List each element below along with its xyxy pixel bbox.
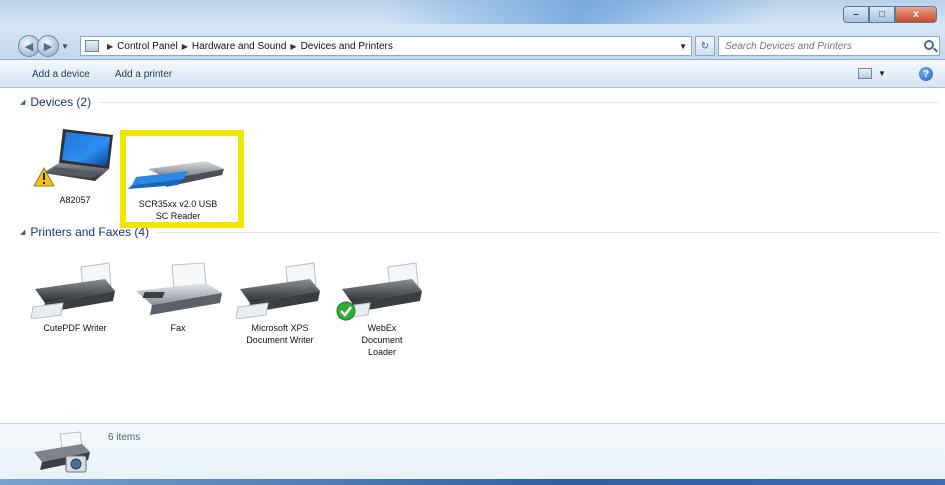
collapse-arrow-icon[interactable]: ◢ — [20, 228, 25, 236]
printer-webex-document-loader[interactable]: WebEx Document Loader — [332, 261, 432, 358]
address-bar[interactable]: ▶ Control Panel ▶ Hardware and Sound ▶ D… — [80, 36, 692, 56]
address-dropdown-icon[interactable]: ▼ — [679, 42, 687, 51]
group-divider — [99, 101, 940, 103]
group-divider — [157, 231, 940, 233]
change-view-icon[interactable] — [858, 68, 872, 79]
help-button[interactable]: ? — [919, 67, 933, 81]
device-a82057[interactable]: A82057 — [25, 125, 125, 206]
collapse-arrow-icon[interactable]: ◢ — [20, 98, 25, 106]
view-options-dropdown[interactable]: ▼ — [878, 69, 886, 78]
printer-microsoft-xps[interactable]: Microsoft XPS Document Writer — [230, 261, 330, 346]
refresh-icon: ↻ — [700, 40, 710, 52]
chevron-right-icon[interactable]: ▶ — [182, 42, 188, 51]
printer-label-line2: Document Writer — [246, 335, 314, 345]
fax-icon — [136, 262, 222, 315]
default-printer-checkmark-icon — [336, 301, 356, 321]
maximize-button[interactable]: □ — [869, 6, 895, 23]
devices-group-header[interactable]: ◢ Devices (2) — [20, 95, 940, 109]
printer-label-line2: Document — [361, 335, 403, 345]
taskbar-edge — [0, 479, 945, 485]
chevron-right-icon[interactable]: ▶ — [107, 42, 113, 51]
fax-label: Fax — [170, 323, 186, 333]
search-icon[interactable] — [924, 40, 934, 50]
details-pane: 6 items — [0, 423, 945, 479]
breadcrumb-hardware-and-sound[interactable]: Hardware and Sound — [192, 41, 287, 52]
minimize-button[interactable]: – — [843, 6, 869, 23]
recent-pages-dropdown[interactable]: ▼ — [61, 42, 69, 51]
printer-label-line1: Microsoft XPS — [251, 323, 309, 333]
search-box[interactable] — [718, 36, 940, 56]
search-input[interactable] — [725, 40, 915, 52]
navigation-buttons: ◀ ▶ ▼ — [18, 35, 69, 57]
devices-and-printers-icon — [34, 431, 90, 473]
add-device-button[interactable]: Add a device — [32, 69, 90, 80]
forward-button[interactable]: ▶ — [37, 35, 59, 57]
devices-group-title: Devices (2) — [30, 95, 92, 109]
item-count: 6 items — [108, 432, 141, 443]
printer-icon — [235, 262, 320, 320]
device-label: A82057 — [59, 195, 91, 205]
printer-label: CutePDF Writer — [43, 323, 107, 333]
printer-icon — [30, 262, 115, 320]
printer-label-line1: WebEx — [367, 323, 397, 333]
warning-icon — [33, 167, 55, 187]
refresh-button[interactable]: ↻ — [695, 36, 715, 56]
add-printer-button[interactable]: Add a printer — [115, 69, 172, 80]
command-bar: Add a device Add a printer ▼ ? — [0, 61, 945, 88]
forward-arrow-icon: ▶ — [43, 40, 53, 53]
back-arrow-icon: ◀ — [24, 40, 34, 53]
breadcrumb-devices-and-printers[interactable]: Devices and Printers — [301, 41, 393, 52]
printer-label-line3: Loader — [367, 347, 397, 357]
breadcrumb-control-panel[interactable]: Control Panel — [117, 41, 178, 52]
printer-cutepdf-writer[interactable]: CutePDF Writer — [25, 261, 125, 334]
fax-device[interactable]: Fax — [128, 261, 228, 334]
highlight-box — [120, 130, 244, 228]
control-panel-icon — [85, 40, 99, 52]
glass-streak — [373, 0, 787, 24]
window-controls: – □ x — [843, 6, 937, 23]
window-titlebar: – □ x ◀ ▶ ▼ ▶ Control Panel ▶ Hardware a… — [0, 0, 945, 60]
chevron-right-icon[interactable]: ▶ — [290, 42, 296, 51]
close-button[interactable]: x — [895, 6, 937, 23]
